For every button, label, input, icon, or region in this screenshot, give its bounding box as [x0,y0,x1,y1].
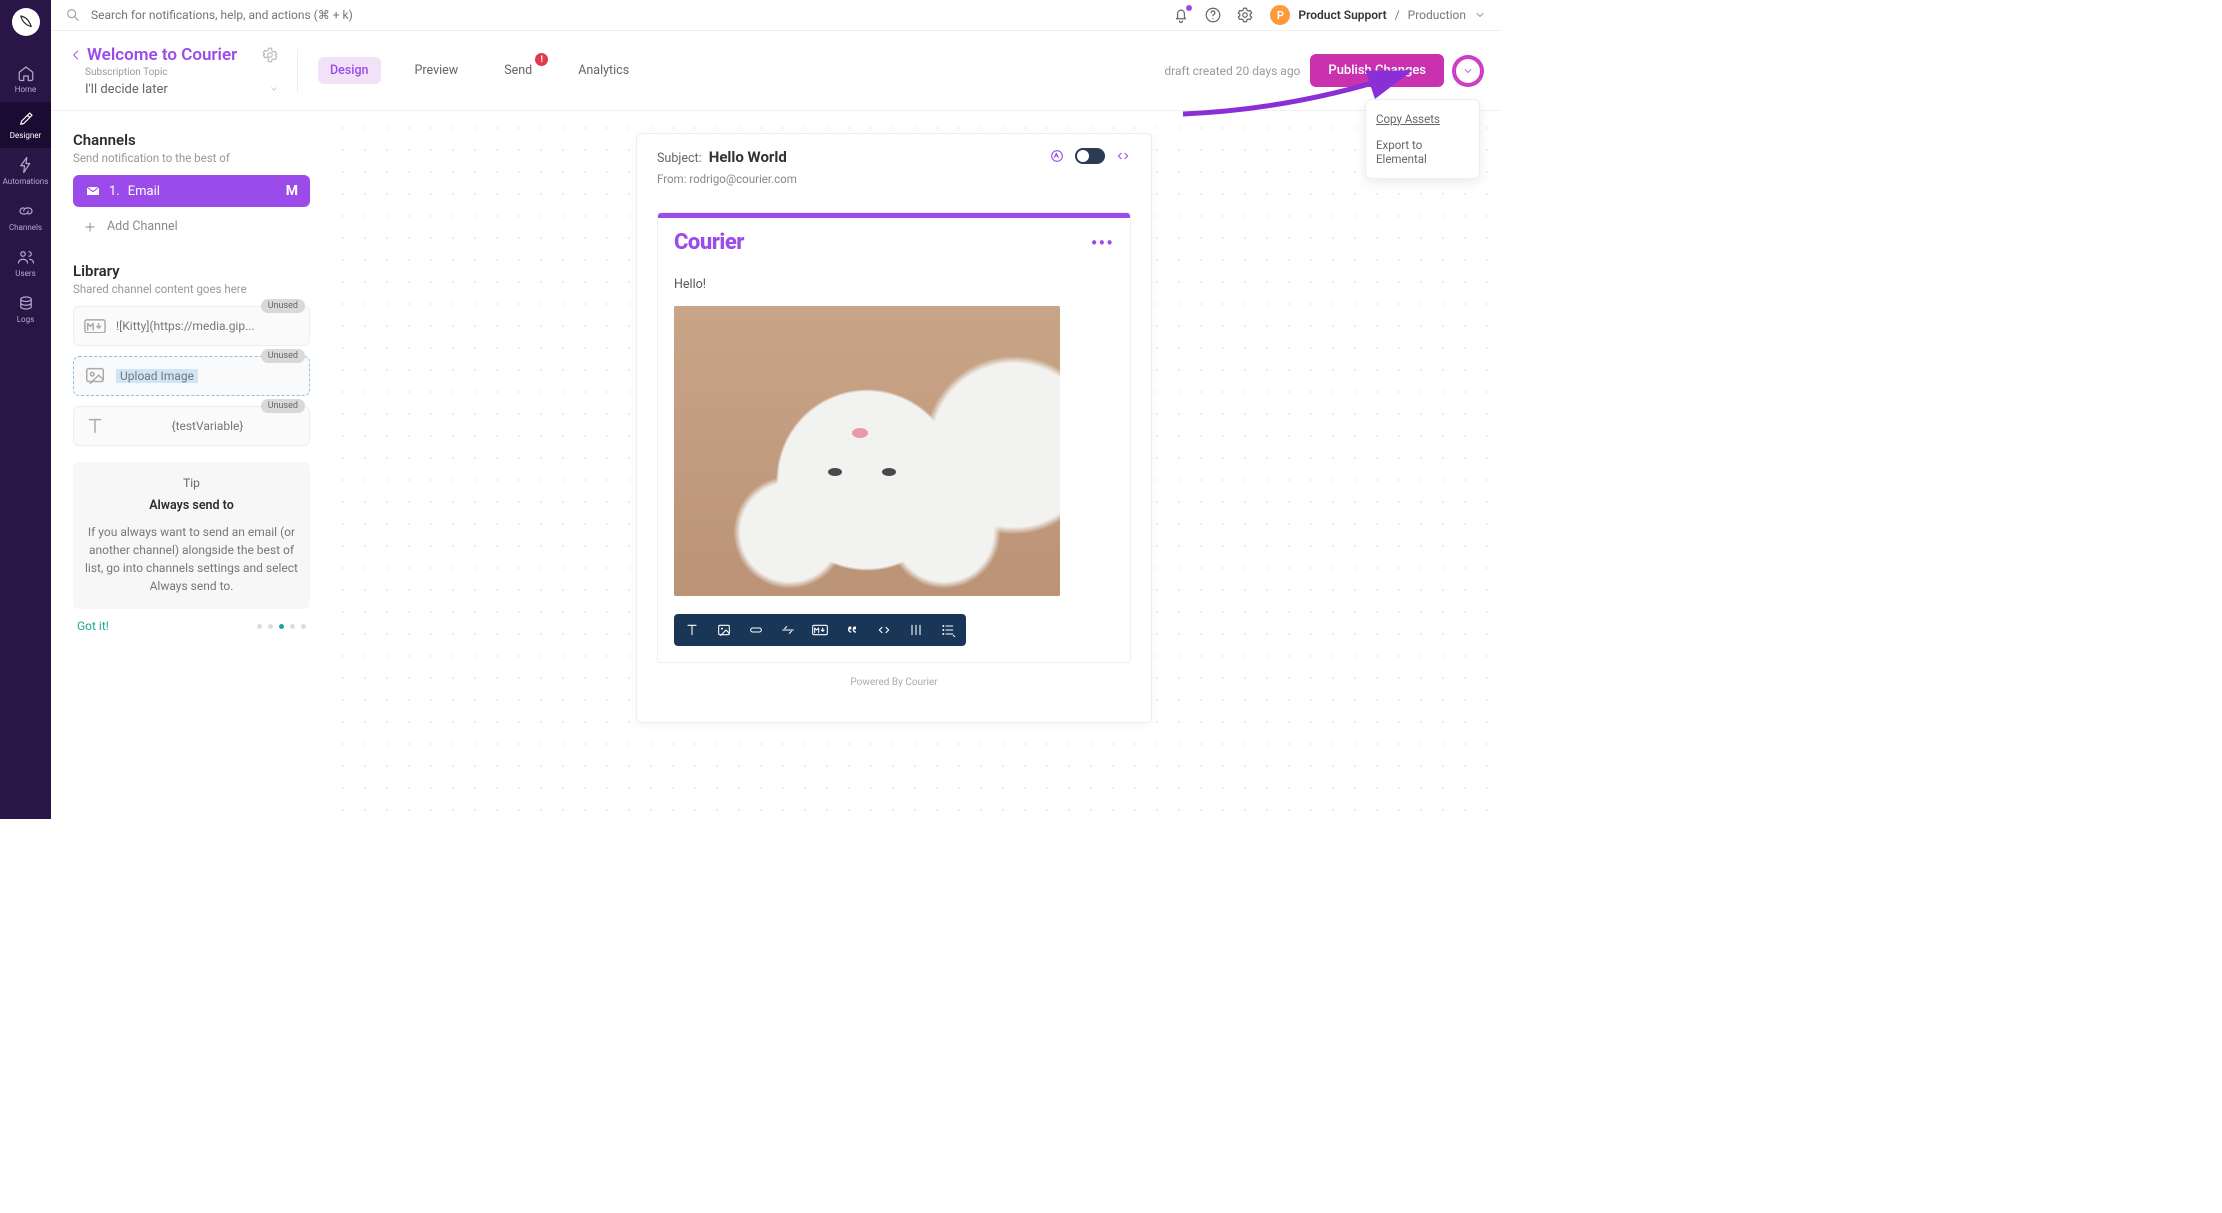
text-icon [84,417,106,435]
home-icon [17,64,35,82]
search-box[interactable] [65,7,1172,23]
tool-text-icon[interactable] [682,620,702,640]
notification-dot [1186,5,1192,11]
chevron-down-icon [1462,65,1474,77]
rail-designer[interactable]: Designer [0,102,51,148]
tool-image-icon[interactable] [714,620,734,640]
email-image[interactable] [674,306,1060,596]
channels-heading: Channels [73,131,310,149]
search-icon [65,7,81,23]
rail-automations[interactable]: Automations [0,148,51,194]
subscription-label: Subscription Topic [85,67,279,78]
library-item-text[interactable]: Unused {testVariable} [73,406,310,446]
tool-list-icon[interactable] [938,620,958,640]
more-icon[interactable]: ••• [1091,239,1114,247]
tab-preview[interactable]: Preview [403,57,471,84]
library-hint: Shared channel content goes here [73,282,310,296]
canvas[interactable]: Subject: Hello World From: rodrigo@couri… [326,111,1500,819]
from-label: From: [657,172,686,186]
markdown-icon [84,317,106,335]
subject-label: Subject: [657,151,702,166]
tool-columns-icon[interactable] [906,620,926,640]
unused-pill: Unused [261,399,305,413]
tip-label: Tip [85,476,298,490]
menu-export-elemental[interactable]: Export to Elemental [1366,132,1479,172]
publish-menu-toggle[interactable]: Copy Assets Export to Elemental [1454,57,1482,85]
bolt-icon [17,156,35,174]
unused-pill: Unused [261,349,305,363]
library-item-image[interactable]: Unused Upload Image [73,356,310,396]
code-icon[interactable] [1115,148,1131,164]
tip-card: Tip Always send to If you always want to… [73,462,310,609]
brush-icon [17,110,35,128]
users-icon [17,248,35,266]
settings-icon[interactable] [1236,6,1254,24]
chevron-down-icon [1474,9,1486,21]
tabs: Design Preview Send ! Analytics [297,49,641,93]
search-input[interactable] [91,8,451,22]
rail-channels[interactable]: Channels [0,194,51,240]
database-icon [17,294,35,312]
nav-rail: Home Designer Automations Channels Users… [0,0,51,819]
rail-logs[interactable]: Logs [0,286,51,332]
image-icon [84,367,106,385]
draft-status: draft created 20 days ago [1164,64,1300,78]
add-channel-button[interactable]: Add Channel [73,213,310,240]
tab-design[interactable]: Design [318,57,381,84]
tool-quote-icon[interactable] [842,620,862,640]
link-icon [17,202,35,220]
account-switcher[interactable]: P Product Support / Production [1270,5,1486,25]
logo-icon[interactable] [12,8,40,36]
got-it-button[interactable]: Got it! [77,619,109,633]
page-title: Welcome to Courier [87,45,237,65]
palette-icon[interactable] [1049,148,1065,164]
avatar: P [1270,5,1290,25]
tool-markdown-icon[interactable] [810,620,830,640]
channel-email[interactable]: 1. Email M [73,175,310,207]
provider-icon: M [286,183,298,199]
chevron-down-icon [269,84,279,94]
from-value: rodrigo@courier.com [689,172,796,186]
gear-icon[interactable] [261,46,279,64]
tip-pager[interactable] [257,624,306,629]
unused-pill: Unused [261,299,305,313]
rail-home[interactable]: Home [0,56,51,102]
publish-button[interactable]: Publish Changes [1310,54,1444,87]
publish-menu: Copy Assets Export to Elemental [1365,99,1480,179]
menu-copy-assets[interactable]: Copy Assets [1366,106,1479,132]
email-body: Courier ••• Hello! [657,212,1131,663]
brand-logo: Courier [674,230,744,255]
tool-code-icon[interactable] [874,620,894,640]
bell-icon[interactable] [1172,6,1190,24]
chevron-left-icon[interactable] [69,48,83,62]
subscription-select[interactable]: I'll decide later [85,82,279,97]
tool-divider-icon[interactable] [778,620,798,640]
top-bar: P Product Support / Production [51,0,1500,31]
dark-mode-toggle[interactable] [1075,148,1105,164]
tip-title: Always send to [85,498,298,513]
email-footer: Powered By Courier [657,663,1131,706]
help-icon[interactable] [1204,6,1222,24]
tab-send[interactable]: Send ! [492,57,544,84]
block-toolbar [674,614,966,646]
page-header: Welcome to Courier Subscription Topic I'… [51,31,1500,111]
subject-value[interactable]: Hello World [709,148,787,166]
plus-icon [83,220,97,234]
tool-button-icon[interactable] [746,620,766,640]
alert-badge: ! [535,53,548,66]
side-panel: Channels Send notification to the best o… [51,111,326,819]
rail-users[interactable]: Users [0,240,51,286]
email-preview-card: Subject: Hello World From: rodrigo@couri… [636,133,1152,723]
library-heading: Library [73,262,310,280]
envelope-icon [85,183,101,199]
tip-body: If you always want to send an email (or … [85,523,298,595]
channels-hint: Send notification to the best of [73,151,310,165]
tab-analytics[interactable]: Analytics [566,57,641,84]
library-item-markdown[interactable]: Unused ![Kitty](https://media.gip... [73,306,310,346]
email-text[interactable]: Hello! [674,277,1114,292]
